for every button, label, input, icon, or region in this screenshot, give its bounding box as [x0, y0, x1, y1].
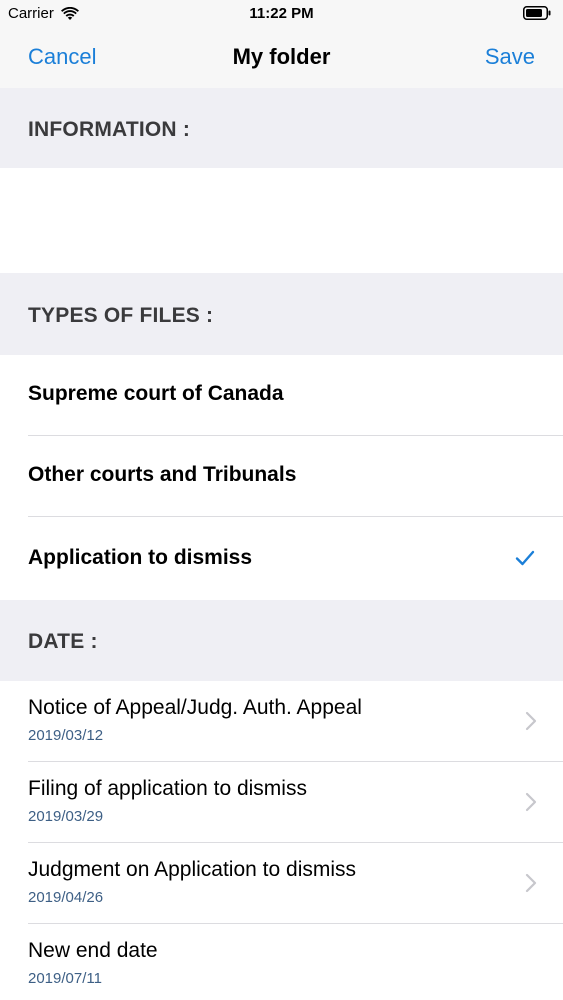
type-option-label: Other courts and Tribunals	[28, 463, 297, 486]
date-row-title: New end date	[28, 939, 158, 962]
date-row-filing-application[interactable]: Filing of application to dismiss 2019/03…	[0, 762, 563, 843]
section-title-information: INFORMATION :	[28, 118, 191, 141]
page-title: My folder	[232, 44, 331, 69]
date-row-value: 2019/03/29	[28, 808, 104, 825]
status-bar: Carrier 11:22 PM	[0, 0, 563, 28]
date-row-new-end-date[interactable]: New end date 2019/07/11	[0, 924, 563, 1000]
type-option-application-to-dismiss[interactable]: Application to dismiss	[0, 518, 563, 600]
date-row-title: Notice of Appeal/Judg. Auth. Appeal	[28, 696, 362, 719]
date-row-title: Judgment on Application to dismiss	[28, 858, 357, 881]
type-option-supreme-court[interactable]: Supreme court of Canada	[0, 355, 563, 436]
information-content	[0, 168, 563, 273]
status-time: 11:22 PM	[249, 5, 314, 22]
save-button[interactable]: Save	[485, 44, 535, 70]
chevron-right-icon	[525, 873, 537, 893]
date-row-notice-of-appeal[interactable]: Notice of Appeal/Judg. Auth. Appeal 2019…	[0, 681, 563, 762]
chevron-right-icon	[525, 711, 537, 731]
section-title-date: DATE :	[28, 630, 98, 653]
type-option-label: Supreme court of Canada	[28, 382, 284, 405]
date-row-judgment[interactable]: Judgment on Application to dismiss 2019/…	[0, 843, 563, 924]
section-header-information: INFORMATION :	[0, 88, 563, 168]
chevron-right-icon	[525, 792, 537, 812]
date-row-value: 2019/07/11	[28, 970, 102, 987]
date-row-value: 2019/04/26	[28, 889, 104, 906]
row-divider	[28, 516, 563, 517]
date-row-value: 2019/03/12	[28, 727, 104, 744]
battery-icon	[523, 6, 551, 20]
navigation-bar: Cancel My folder Save	[0, 28, 563, 88]
type-option-other-courts[interactable]: Other courts and Tribunals	[0, 436, 563, 517]
date-row-title: Filing of application to dismiss	[28, 777, 307, 800]
type-option-label: Application to dismiss	[28, 546, 253, 569]
checkmark-icon	[515, 550, 535, 566]
section-header-types: TYPES OF FILES :	[0, 273, 563, 355]
section-header-date: DATE :	[0, 600, 563, 681]
section-title-types: TYPES OF FILES :	[28, 304, 214, 327]
